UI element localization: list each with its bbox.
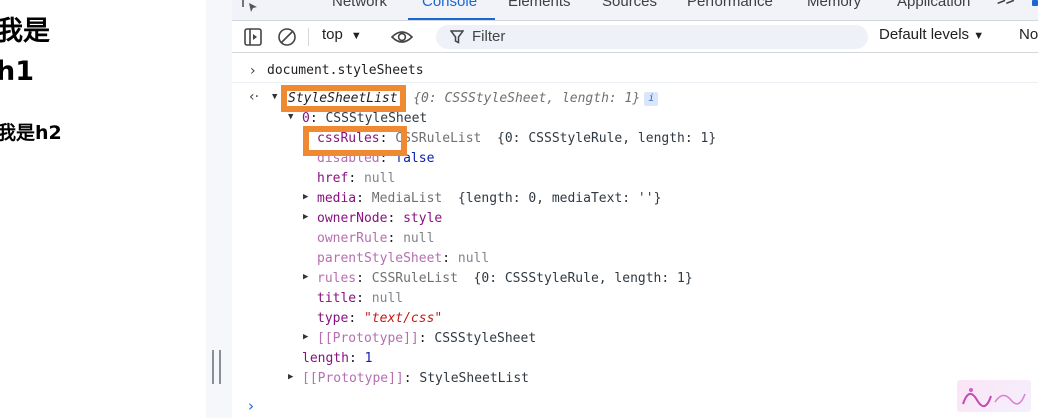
tab-memory[interactable]: Memory: [807, 0, 861, 10]
active-tab-indicator: [408, 18, 495, 20]
more-tabs-button[interactable]: >>: [997, 0, 1015, 9]
prop-parentstylesheet: parentStyleSheet: null: [317, 251, 490, 266]
tab-sources[interactable]: Sources: [602, 0, 657, 10]
prop-key: media: [317, 191, 357, 206]
caret-down-icon: ▼: [973, 30, 985, 42]
drag-handle[interactable]: [212, 350, 221, 384]
filter-input[interactable]: Filter: [436, 25, 868, 49]
proto-key: [[Prototype]]: [302, 371, 404, 386]
prop-key: href: [317, 171, 349, 186]
eye-icon[interactable]: [390, 26, 414, 48]
log-levels-value: Default levels: [879, 26, 970, 43]
expand-triangle-icon[interactable]: ▶: [288, 372, 293, 382]
prop-type: CSSRuleList: [371, 271, 458, 286]
prop-key: [[Prototype]]: [317, 331, 419, 346]
console-toolbar: top ▼ Filter Default levels ▼ No: [232, 21, 1038, 53]
prop-value: null: [457, 251, 490, 266]
expand-triangle-icon[interactable]: ▶: [303, 272, 308, 282]
expand-triangle-icon[interactable]: ▶: [303, 192, 308, 202]
prop-key: type: [317, 311, 349, 326]
item-type: CSSStyleSheet: [325, 111, 428, 126]
highlight-stylesheetlist: [281, 85, 406, 112]
prop-ownerrule: ownerRule: null: [317, 231, 435, 246]
tab-application[interactable]: Application: [897, 0, 970, 10]
prop-key: ownerRule: [317, 231, 388, 246]
prop-ownernode[interactable]: ownerNode: style: [317, 209, 442, 229]
prop-preview: {length: 0, mediaText: ''}: [457, 191, 662, 206]
inspect-icon[interactable]: [240, 0, 262, 16]
rendered-page: 我是 h1 我是h2: [0, 0, 206, 418]
prop-value: null: [363, 171, 396, 186]
item-key: 0: [302, 111, 310, 126]
issues-counter[interactable]: No: [1019, 26, 1038, 43]
notification-dot: [1032, 0, 1038, 6]
context-value: top: [322, 26, 343, 43]
tab-performance[interactable]: Performance: [687, 0, 773, 10]
prop-preview: {0: CSSStyleRule, length: 1}: [497, 131, 717, 146]
prop-key: title: [317, 291, 357, 306]
expand-triangle-icon[interactable]: ▶: [303, 212, 308, 222]
caret-down-icon: ▼: [350, 30, 362, 42]
proto-value: StyleSheetList: [419, 371, 529, 386]
highlight-cssrules: [303, 126, 407, 156]
prop-value: null: [403, 231, 435, 246]
prop-value: CSSStyleSheet: [434, 331, 537, 346]
prop-key: parentStyleSheet: [317, 251, 443, 266]
h2-heading: 我是h2: [0, 122, 62, 144]
console-input-echo: document.styleSheets: [267, 63, 424, 78]
prop-value: "text/css": [363, 311, 443, 326]
tab-console[interactable]: Console: [422, 0, 477, 10]
sidebar-toggle-icon[interactable]: [242, 26, 264, 48]
prop-key: ownerNode: [317, 211, 388, 226]
expand-triangle-icon[interactable]: ▼: [288, 112, 293, 122]
list-prototype[interactable]: [[Prototype]]: StyleSheetList: [302, 369, 529, 389]
tab-network[interactable]: Network: [332, 0, 387, 10]
console-prompt-icon[interactable]: ›: [248, 397, 254, 415]
tab-elements[interactable]: Elements: [508, 0, 571, 10]
prop-type: MediaList: [371, 191, 443, 206]
list-length: length: 1: [302, 351, 373, 366]
h1-line2: h1: [0, 56, 35, 87]
console-output: › document.styleSheets ‹· ▼ StyleSheetLi…: [232, 54, 1038, 418]
expand-triangle-icon[interactable]: ▼: [272, 92, 277, 102]
prop-type-field: type: "text/css": [317, 311, 443, 326]
h1-line1: 我是: [0, 16, 50, 47]
prop-value: null: [371, 291, 404, 306]
expand-triangle-icon[interactable]: ▶: [303, 332, 308, 342]
result-arrow-icon: ‹·: [249, 89, 260, 105]
filter-icon: [449, 30, 465, 49]
prop-type: CSSRuleList: [395, 131, 482, 146]
length-key: length: [302, 351, 349, 366]
prop-href: href: null: [317, 171, 396, 186]
clear-console-icon[interactable]: [276, 26, 298, 48]
prop-prototype[interactable]: [[Prototype]]: CSSStyleSheet: [317, 329, 536, 349]
prop-title: title: null: [317, 291, 404, 306]
context-select[interactable]: top ▼: [322, 26, 362, 43]
prop-value: style: [403, 211, 443, 226]
toolbar-divider: [308, 28, 309, 46]
input-chevron-icon: ›: [250, 63, 256, 79]
prop-key: rules: [317, 271, 357, 286]
entry-separator: [232, 82, 1038, 83]
filter-placeholder: Filter: [472, 28, 506, 45]
length-value: 1: [364, 351, 373, 366]
result-preview: {0: CSSStyleSheet, length: 1}: [413, 91, 641, 106]
prop-preview: {0: CSSStyleRule, length: 1}: [473, 271, 693, 286]
watermark-logo: [957, 380, 1031, 412]
log-levels-select[interactable]: Default levels ▼: [879, 26, 984, 43]
devtools-tabbar: Network Console Elements Sources Perform…: [232, 0, 1038, 21]
prop-media[interactable]: media: MediaList {length: 0, mediaText: …: [317, 189, 661, 209]
devtools-panel: Network Console Elements Sources Perform…: [232, 0, 1038, 418]
info-badge[interactable]: i: [644, 91, 659, 106]
prop-rules[interactable]: rules: CSSRuleList {0: CSSStyleRule, len…: [317, 269, 693, 289]
